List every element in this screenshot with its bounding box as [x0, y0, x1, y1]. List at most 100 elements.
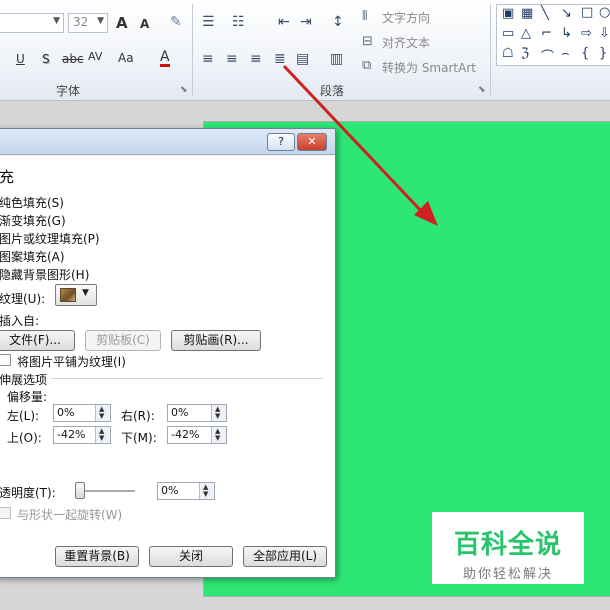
- grow-font-button[interactable]: A: [116, 14, 128, 32]
- left-offset-input[interactable]: 0% ▲ ▼: [53, 404, 111, 422]
- down-arrow-shape-icon[interactable]: ⇩: [599, 26, 610, 41]
- watermark-logo: 百科全说 助你轻松解决: [432, 512, 584, 584]
- top-offset-value: -42%: [57, 428, 86, 441]
- fill-section-title: 充: [0, 168, 15, 186]
- gradient-fill-option[interactable]: 渐变填充(G): [0, 212, 66, 229]
- rotate-with-shape-checkbox: [0, 507, 11, 519]
- text-direction-button[interactable]: 文字方向: [382, 9, 430, 26]
- shapes-gallery[interactable]: ▣ ▦ ╲ ↘ □ ○ ▭ △ ⌐ ↳ ⇨ ⇩ ☖ ℨ ⌒ ⌢ { }: [496, 4, 610, 66]
- freeform-shape-icon[interactable]: ☖: [502, 46, 514, 61]
- align-center-icon[interactable]: ≡: [226, 51, 238, 67]
- curve-shape-icon[interactable]: ⌒: [541, 46, 554, 65]
- font-dialog-launcher-icon[interactable]: ⬊: [180, 85, 188, 95]
- pattern-fill-option[interactable]: 图案填充(A): [0, 248, 65, 265]
- tile-checkbox-label: 将图片平铺为纹理(I): [17, 355, 126, 369]
- decrease-indent-icon[interactable]: ⇤: [278, 14, 290, 30]
- clear-format-icon[interactable]: ✎: [170, 14, 182, 30]
- right-arrow-shape-icon[interactable]: ⇨: [581, 26, 592, 41]
- font-size-combo[interactable]: 32 ▼: [68, 13, 108, 33]
- help-button[interactable]: ?: [267, 133, 295, 151]
- arc-shape-icon[interactable]: ⌢: [561, 46, 570, 61]
- font-size-value: 32: [73, 15, 89, 29]
- reset-background-button[interactable]: 重置背景(B): [55, 546, 139, 567]
- change-case-button[interactable]: Aa: [118, 51, 134, 65]
- hide-background-checkbox[interactable]: 隐藏背景图形(H): [0, 266, 89, 283]
- offset-label: 偏移量:: [7, 390, 48, 404]
- watermark-subtitle: 助你轻松解决: [462, 567, 553, 582]
- dialog-titlebar[interactable]: ? ✕: [0, 129, 335, 155]
- strikethrough-button[interactable]: abc: [62, 52, 84, 66]
- group-divider: [490, 4, 491, 96]
- bullets-icon[interactable]: ☰: [202, 14, 215, 30]
- paragraph-group-label: 段落: [319, 84, 344, 98]
- bottom-offset-label: 下(M):: [121, 431, 157, 445]
- close-icon[interactable]: ✕: [297, 133, 327, 151]
- ribbon: ▼ 32 ▼ A A ✎ U S abc AV Aa A 字体 ⬊ ☰ ☷ ⇤ …: [0, 0, 610, 101]
- numbering-icon[interactable]: ☷: [232, 14, 245, 30]
- right-offset-input[interactable]: 0% ▲ ▼: [167, 404, 227, 422]
- align-left-icon[interactable]: ≡: [202, 51, 214, 67]
- spinner-buttons[interactable]: ▲ ▼: [199, 483, 214, 499]
- rectangle-shape-icon[interactable]: □: [581, 5, 593, 20]
- triangle-shape-icon[interactable]: △: [521, 26, 531, 41]
- scribble-shape-icon[interactable]: ℨ: [521, 46, 529, 61]
- file-button[interactable]: 文件(F)...: [0, 330, 75, 351]
- group-divider: [192, 4, 193, 96]
- line-shape-icon[interactable]: ╲: [541, 6, 549, 21]
- apply-to-all-button[interactable]: 全部应用(L): [243, 546, 327, 567]
- texture-picker[interactable]: ▼: [55, 284, 97, 306]
- spinner-buttons[interactable]: ▲ ▼: [211, 405, 226, 421]
- font-color-button[interactable]: A: [160, 50, 170, 67]
- chevron-down-icon: ▼: [82, 288, 89, 298]
- font-group-label: 字体: [55, 84, 80, 98]
- right-offset-value: 0%: [171, 406, 189, 419]
- arrow-line-shape-icon[interactable]: ↘: [561, 6, 572, 21]
- spinner-buttons[interactable]: ▲ ▼: [95, 405, 110, 421]
- bottom-offset-input[interactable]: -42% ▲ ▼: [167, 426, 227, 444]
- transparency-input[interactable]: 0% ▲ ▼: [157, 482, 215, 500]
- vertical-text-box-shape-icon[interactable]: ▦: [521, 6, 533, 21]
- close-button[interactable]: 关闭: [149, 546, 233, 567]
- shadow-button[interactable]: S: [42, 52, 50, 66]
- smartart-icon: ⧉: [362, 58, 372, 73]
- align-right-icon[interactable]: ≡: [250, 51, 262, 67]
- spinner-buttons[interactable]: ▲ ▼: [211, 427, 226, 443]
- oval-shape-icon[interactable]: ○: [599, 5, 610, 20]
- columns-icon[interactable]: ▥: [330, 51, 343, 67]
- elbow-arrow-shape-icon[interactable]: ↳: [561, 26, 572, 41]
- right-offset-label: 右(R):: [121, 409, 155, 423]
- justify-icon[interactable]: ≣: [274, 51, 286, 67]
- left-brace-shape-icon[interactable]: {: [581, 46, 589, 61]
- line-spacing-icon[interactable]: ↕: [332, 14, 344, 30]
- rounded-rect-shape-icon[interactable]: ▭: [502, 26, 514, 41]
- transparency-slider-track[interactable]: [81, 490, 135, 492]
- chevron-down-icon: ▼: [97, 16, 104, 26]
- section-divider: [51, 378, 323, 379]
- increase-indent-icon[interactable]: ⇥: [300, 14, 312, 30]
- clipboard-button: 剪贴板(C): [85, 330, 161, 351]
- align-text-button[interactable]: 对齐文本: [382, 34, 430, 51]
- clipart-button[interactable]: 剪贴画(R)...: [171, 330, 261, 351]
- picture-fill-option[interactable]: 图片或纹理填充(P): [0, 230, 100, 247]
- texture-label: 纹理(U):: [0, 292, 46, 306]
- elbow-connector-shape-icon[interactable]: ⌐: [541, 26, 552, 41]
- paragraph-dialog-launcher-icon[interactable]: ⬊: [478, 85, 486, 95]
- transparency-slider-thumb[interactable]: [75, 482, 85, 499]
- distributed-icon[interactable]: ▤: [296, 51, 309, 67]
- watermark-title: 百科全说: [453, 530, 562, 560]
- underline-button[interactable]: U: [16, 52, 25, 66]
- char-spacing-button[interactable]: AV: [88, 50, 102, 63]
- text-direction-icon: ⫴: [362, 9, 368, 24]
- font-name-combo[interactable]: ▼: [0, 13, 64, 33]
- shrink-font-button[interactable]: A: [140, 17, 149, 31]
- texture-swatch: [60, 288, 76, 302]
- top-offset-input[interactable]: -42% ▲ ▼: [53, 426, 111, 444]
- solid-fill-option[interactable]: 纯色填充(S): [0, 194, 64, 211]
- right-brace-shape-icon[interactable]: }: [599, 46, 607, 61]
- insert-from-label: 插入自:: [0, 314, 40, 328]
- text-box-shape-icon[interactable]: ▣: [502, 6, 514, 21]
- top-offset-label: 上(O):: [7, 431, 42, 445]
- spinner-buttons[interactable]: ▲ ▼: [95, 427, 110, 443]
- convert-smartart-button[interactable]: 转换为 SmartArt: [382, 59, 476, 76]
- tile-checkbox[interactable]: [0, 354, 11, 366]
